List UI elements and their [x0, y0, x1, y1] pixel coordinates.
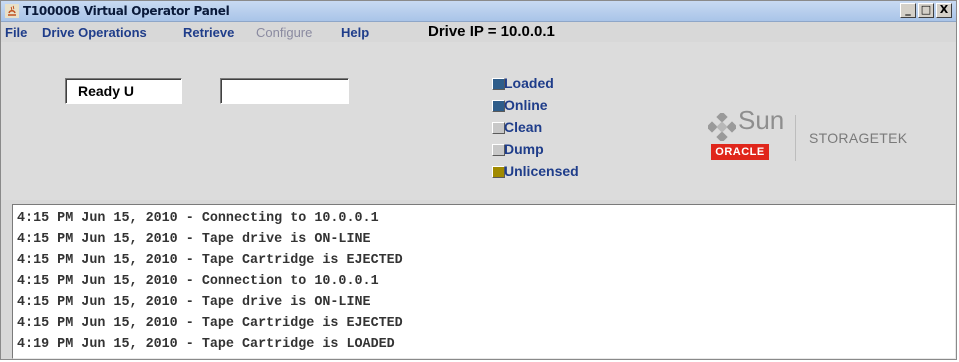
status-unlicensed-label: Unlicensed — [504, 163, 579, 179]
log-line: 4:15 PM Jun 15, 2010 - Tape Cartridge is… — [17, 316, 403, 331]
window-title: T10000B Virtual Operator Panel — [23, 4, 230, 18]
menu-drive-operations[interactable]: Drive Operations — [42, 25, 147, 40]
window-controls: _ □ X — [900, 3, 952, 18]
menu-retrieve[interactable]: Retrieve — [183, 25, 234, 40]
drive-ip-label: Drive IP = 10.0.0.1 — [428, 23, 555, 40]
storagetek-logo-text: STORAGETEK — [809, 130, 908, 146]
menu-help[interactable]: Help — [341, 25, 369, 40]
logo-divider — [795, 115, 796, 161]
maximize-button[interactable]: □ — [918, 3, 934, 18]
log-line: 4:15 PM Jun 15, 2010 - Tape drive is ON-… — [17, 295, 371, 310]
sun-logo-text: Sun — [738, 105, 785, 135]
display-line-1-text: Ready U — [78, 83, 135, 99]
log-line: 4:15 PM Jun 15, 2010 - Tape drive is ON-… — [17, 232, 371, 247]
event-log[interactable]: 4:15 PM Jun 15, 2010 - Connecting to 10.… — [12, 204, 956, 359]
sun-logo-icon — [708, 113, 736, 141]
operator-panel-window: T10000B Virtual Operator Panel _ □ X Fil… — [0, 0, 957, 360]
status-loaded-label: Loaded — [504, 75, 554, 91]
status-clean-label: Clean — [504, 119, 543, 135]
java-app-icon — [5, 4, 19, 18]
log-line: 4:15 PM Jun 15, 2010 - Connection to 10.… — [17, 274, 379, 289]
menu-bar: File Drive Operations Retrieve Configure… — [1, 22, 956, 42]
minimize-button[interactable]: _ — [900, 3, 916, 18]
log-line: 4:15 PM Jun 15, 2010 - Connecting to 10.… — [17, 211, 379, 226]
oracle-logo: ORACLE — [711, 144, 769, 160]
status-dump-label: Dump — [504, 141, 544, 157]
log-line: 4:19 PM Jun 15, 2010 - Tape Cartridge is… — [17, 337, 395, 352]
menu-file[interactable]: File — [5, 25, 27, 40]
sun-oracle-storagetek-logo: Sun ORACLE STORAGETEK — [708, 105, 928, 169]
title-bar[interactable]: T10000B Virtual Operator Panel _ □ X — [1, 1, 956, 22]
menu-configure: Configure — [256, 25, 313, 40]
status-online-label: Online — [504, 97, 548, 113]
display-line-2 — [220, 78, 349, 104]
log-line: 4:15 PM Jun 15, 2010 - Tape Cartridge is… — [17, 253, 403, 268]
display-line-1: Ready U — [65, 78, 182, 104]
close-button[interactable]: X — [936, 3, 952, 18]
